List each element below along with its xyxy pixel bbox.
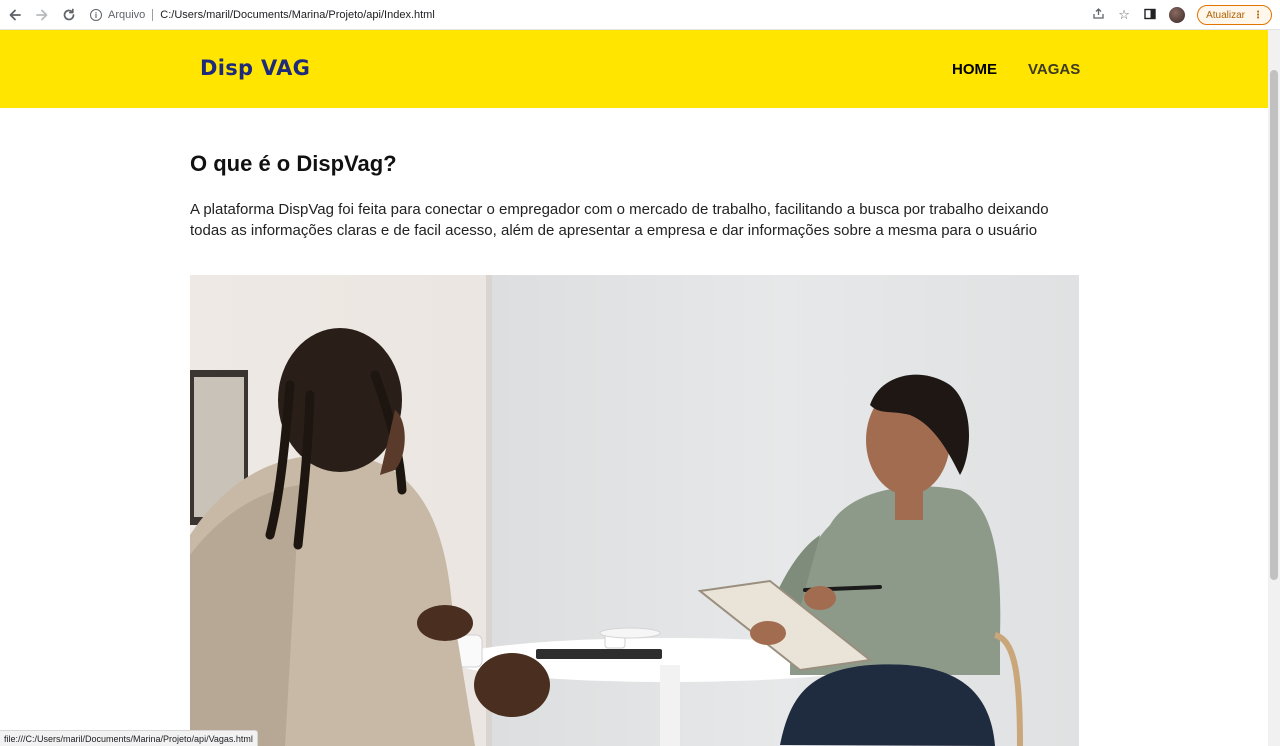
address-separator (152, 9, 154, 21)
site-header: Disp VAG HOME VAGAS (0, 30, 1268, 108)
page-title: O que é o DispVag? (190, 151, 397, 176)
main-nav: HOME VAGAS (952, 61, 1080, 78)
arrow-left-icon (9, 9, 21, 20)
security-label: Arquivo (108, 9, 146, 21)
toolbar-actions: ☆ Atualizar ⋮ (1091, 4, 1272, 26)
address-bar[interactable]: i Arquivo C:/Users/maril/Documents/Marin… (84, 4, 1154, 26)
share-icon[interactable] (1091, 7, 1105, 23)
interview-photo (190, 275, 1079, 746)
update-label: Atualizar (1206, 9, 1245, 21)
side-panel-icon[interactable] (1143, 8, 1157, 23)
status-bar-link-preview: file:///C:/Users/maril/Documents/Marina/… (0, 730, 258, 746)
intro-paragraph: A plataforma DispVag foi feita para cone… (190, 201, 1049, 239)
update-button[interactable]: Atualizar ⋮ (1197, 5, 1272, 25)
logo[interactable]: Disp VAG (200, 56, 310, 80)
interview-photo-illustration (190, 275, 1079, 746)
back-button[interactable] (3, 3, 27, 27)
profile-avatar[interactable] (1169, 7, 1186, 23)
info-icon[interactable]: i (90, 9, 102, 21)
forward-button[interactable] (30, 3, 54, 27)
reload-icon (63, 8, 75, 20)
arrow-right-icon (36, 9, 48, 20)
nav-vagas-link[interactable]: VAGAS (1028, 61, 1080, 78)
browser-toolbar: i Arquivo C:/Users/maril/Documents/Marin… (0, 0, 1280, 30)
reload-button[interactable] (57, 3, 81, 27)
bookmark-star-icon[interactable]: ☆ (1117, 7, 1131, 23)
nav-home-link[interactable]: HOME (952, 61, 997, 78)
url-text[interactable]: C:/Users/maril/Documents/Marina/Projeto/… (160, 9, 434, 21)
more-menu-icon: ⋮ (1253, 9, 1263, 21)
scrollbar[interactable] (1268, 30, 1280, 746)
scrollbar-thumb[interactable] (1270, 70, 1278, 580)
